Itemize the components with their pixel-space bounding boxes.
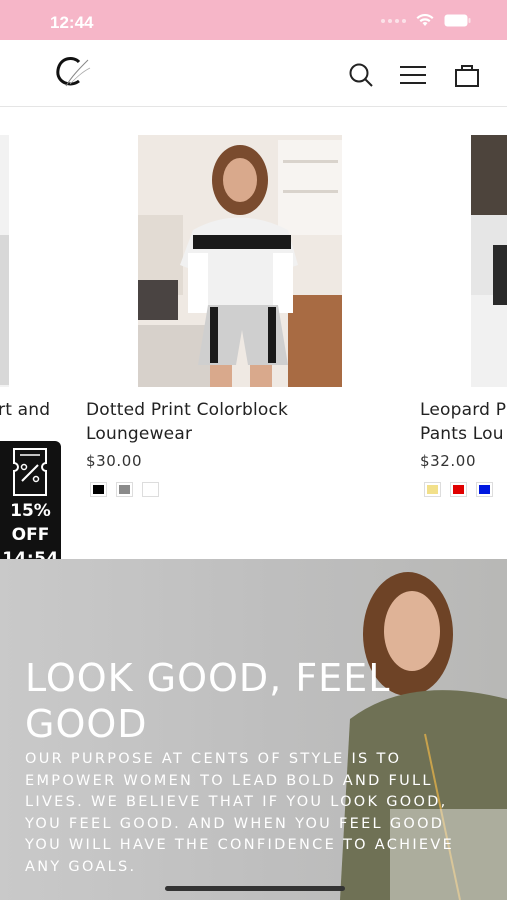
product-name[interactable]: Dotted Print Colorblock [86,398,288,423]
brand-logo[interactable] [52,54,92,90]
product-name[interactable]: Loungewear [86,422,192,447]
battery-icon [444,14,471,27]
product-name[interactable]: Leopard P [420,398,506,423]
hero-body: OUR PURPOSE AT CENTS OF STYLE IS TO EMPO… [25,751,455,875]
product-name[interactable]: Pants Lou [420,422,504,447]
status-bar: 12:44 [0,0,507,40]
cart-icon[interactable] [454,62,482,88]
product-price: $30.00 [86,452,143,470]
status-time: 12:44 [50,13,94,32]
color-swatch-black[interactable] [90,482,107,497]
hero-banner: LOOK GOOD, FEEL GOOD OUR PURPOSE AT CENT… [0,559,507,900]
product-name[interactable]: rt and [0,398,50,423]
product-price: $32.00 [420,452,477,470]
hero-title: LOOK GOOD, FEEL GOOD [25,656,391,746]
color-swatch-red[interactable] [450,482,467,497]
home-indicator [165,886,345,891]
status-icons [381,14,471,27]
menu-icon[interactable] [399,62,427,88]
product-image[interactable] [138,135,342,387]
product-image[interactable] [471,135,507,387]
wifi-icon [416,14,434,26]
signal-icon [381,18,406,23]
color-swatch-white[interactable] [142,482,159,497]
product-image[interactable] [0,135,9,387]
discount-badge[interactable]: 15% OFF 14:54 [0,441,61,572]
color-swatch-blue[interactable] [476,482,493,497]
discount-percent: 15% [10,501,51,521]
site-header [0,40,507,107]
color-swatch-yellow[interactable] [424,482,441,497]
search-icon[interactable] [347,62,375,88]
coupon-icon [13,448,47,496]
color-swatch-gray[interactable] [116,482,133,497]
discount-off-label: OFF [11,525,50,545]
